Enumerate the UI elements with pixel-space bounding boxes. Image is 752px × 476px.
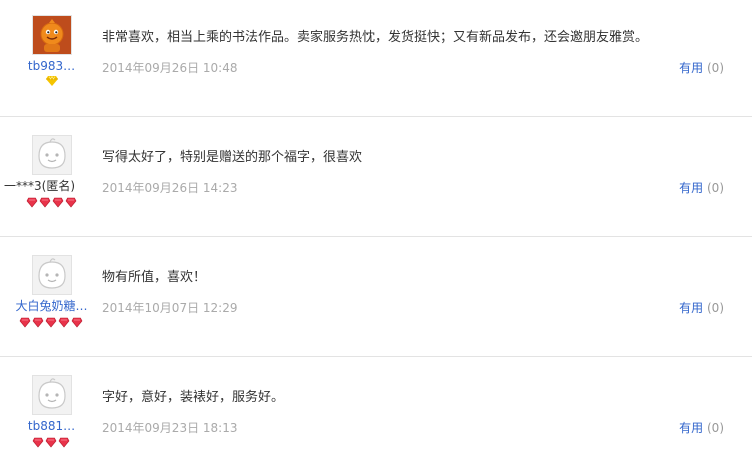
- review-date: 2014年09月26日 10:48: [102, 61, 238, 75]
- review-item: tb983… 非常喜欢，相当上乘的书法作品。卖家服务热忱，发货挺快；又有新品发布…: [0, 0, 752, 117]
- buyer-grade: [0, 76, 103, 88]
- buyer-grade: [0, 316, 103, 328]
- useful-count: (0): [707, 181, 724, 195]
- useful-button[interactable]: 有用 (0): [679, 421, 724, 435]
- review-date: 2014年09月26日 14:23: [102, 181, 238, 195]
- orange-mascot-icon: [33, 16, 71, 54]
- red-heart-gem-icon: [32, 437, 70, 448]
- default-avatar[interactable]: [32, 135, 72, 175]
- useful-label[interactable]: 有用: [679, 181, 703, 195]
- review-content: 非常喜欢，相当上乘的书法作品。卖家服务热忱，发货挺快；又有新品发布，还会邀朋友雅…: [102, 30, 649, 45]
- review-item: 一***3(匿名) 写得太好了，特别是赠送的那个福字，很喜欢 2014年09月2…: [0, 117, 752, 237]
- useful-label[interactable]: 有用: [679, 301, 703, 315]
- reviewer-info: tb881…: [0, 357, 103, 467]
- default-face-icon: [33, 136, 71, 174]
- useful-count: (0): [707, 301, 724, 315]
- reviewer-info: 一***3(匿名): [0, 117, 103, 227]
- useful-button[interactable]: 有用 (0): [679, 301, 724, 315]
- reviewer-info: 大白兔奶糖…: [0, 237, 103, 347]
- yellow-gem-icon: [45, 76, 58, 86]
- buyer-grade: [0, 196, 103, 208]
- review-content: 物有所值，喜欢！: [102, 270, 207, 285]
- review-item: tb881… 字好，意好，装裱好，服务好。 2014年09月23日 18:13 …: [0, 357, 752, 476]
- useful-count: (0): [707, 61, 724, 75]
- red-heart-gem-icon: [26, 197, 77, 208]
- default-face-icon: [33, 256, 71, 294]
- buyer-grade: [0, 436, 103, 448]
- useful-count: (0): [707, 421, 724, 435]
- review-date: 2014年10月07日 12:29: [102, 301, 238, 315]
- useful-label[interactable]: 有用: [679, 421, 703, 435]
- review-list: tb983… 非常喜欢，相当上乘的书法作品。卖家服务热忱，发货挺快；又有新品发布…: [0, 0, 752, 476]
- useful-label[interactable]: 有用: [679, 61, 703, 75]
- default-face-icon: [33, 376, 71, 414]
- useful-button[interactable]: 有用 (0): [679, 61, 724, 75]
- review-content: 写得太好了，特别是赠送的那个福字，很喜欢: [102, 150, 363, 165]
- reviewer-name[interactable]: tb983…: [0, 59, 103, 73]
- review-date: 2014年09月23日 18:13: [102, 421, 238, 435]
- review-content: 字好，意好，装裱好，服务好。: [102, 390, 285, 405]
- reviewer-name[interactable]: tb881…: [0, 419, 103, 433]
- review-item: 大白兔奶糖… 物有所值，喜欢！ 2014年10月07日 12:29 有用 (0): [0, 237, 752, 357]
- useful-button[interactable]: 有用 (0): [679, 181, 724, 195]
- red-heart-gem-icon: [19, 317, 83, 328]
- reviewer-name[interactable]: 大白兔奶糖…: [0, 299, 103, 313]
- orange-mascot-avatar[interactable]: [32, 15, 72, 55]
- default-avatar[interactable]: [32, 375, 72, 415]
- reviewer-name: 一***3(匿名): [4, 179, 75, 193]
- default-avatar[interactable]: [32, 255, 72, 295]
- reviewer-info: tb983…: [0, 0, 103, 107]
